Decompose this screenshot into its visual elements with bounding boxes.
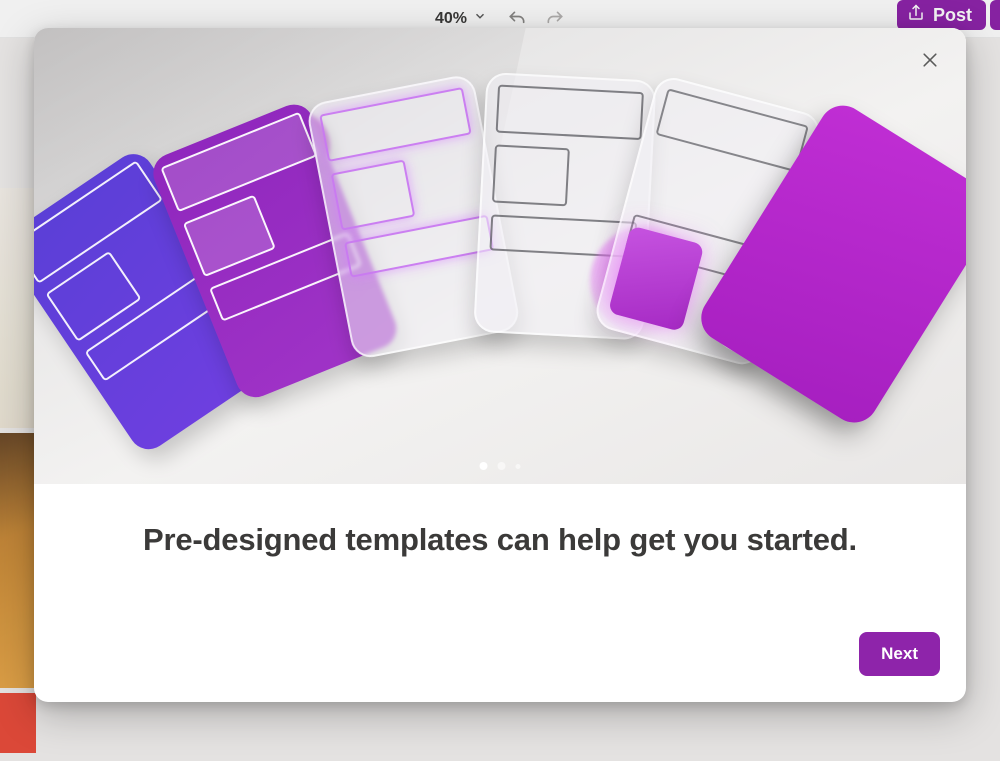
pagination-dot[interactable] bbox=[516, 464, 521, 469]
pagination-dots bbox=[480, 462, 521, 470]
modal-overlay: Pre-designed templates can help get you … bbox=[0, 0, 1000, 761]
modal-headline: Pre-designed templates can help get you … bbox=[64, 522, 936, 558]
onboarding-modal: Pre-designed templates can help get you … bbox=[34, 28, 966, 702]
pagination-dot[interactable] bbox=[480, 462, 488, 470]
modal-hero-illustration bbox=[34, 28, 966, 484]
next-button[interactable]: Next bbox=[859, 632, 940, 676]
close-button[interactable] bbox=[914, 44, 946, 76]
close-icon bbox=[920, 50, 940, 70]
pagination-dot[interactable] bbox=[498, 462, 506, 470]
